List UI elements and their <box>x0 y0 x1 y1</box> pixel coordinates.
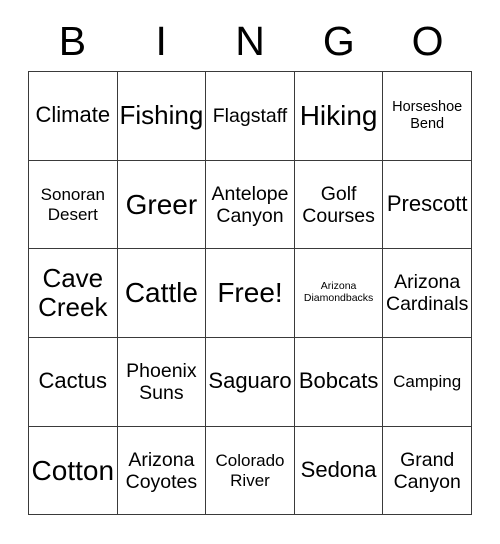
bingo-cell-label: Fishing <box>119 100 204 131</box>
bingo-cell-label: Hiking <box>299 100 378 132</box>
bingo-cell[interactable]: Phoenix Suns <box>117 338 207 427</box>
bingo-cell[interactable]: Arizona Cardinals <box>383 249 472 339</box>
bingo-cell[interactable]: Saguaro <box>206 338 295 427</box>
bingo-cell[interactable]: Arizona Diamondbacks <box>294 249 384 339</box>
bingo-cell-label: Bobcats <box>298 368 379 394</box>
bingo-header-row: B I N G O <box>28 14 472 71</box>
bingo-cell[interactable]: Golf Courses <box>294 160 384 250</box>
bingo-cell[interactable]: Flagstaff <box>206 72 295 161</box>
bingo-grid: Climate Fishing Flagstaff Hiking Horseshoe B… <box>28 71 472 516</box>
bingo-cell-label: Antelope Canyon <box>211 182 289 227</box>
bingo-cell[interactable]: Colorado River <box>206 426 295 516</box>
bingo-cell-label: Camping <box>393 372 462 392</box>
bingo-cell[interactable]: Cotton <box>29 426 118 516</box>
bingo-cell[interactable]: Bobcats <box>294 338 384 427</box>
header-letter-i: I <box>155 18 167 64</box>
bingo-cell-label: Saguaro <box>208 368 292 394</box>
bingo-cell-label: Cattle <box>124 277 198 309</box>
bingo-cell-label: Climate <box>35 102 111 128</box>
header-letter-o: O <box>411 18 444 64</box>
bingo-cell[interactable]: Cattle <box>117 249 207 339</box>
bingo-cell-label: Cave Creek <box>38 262 108 323</box>
bingo-cell[interactable]: Greer <box>117 160 207 250</box>
header-letter-b: B <box>58 18 87 64</box>
bingo-cell[interactable]: Cave Creek <box>29 249 118 339</box>
bingo-cell[interactable]: Grand Canyon <box>383 426 472 516</box>
header-letter-g: G <box>322 18 355 64</box>
bingo-cell[interactable]: Arizona Coyotes <box>117 426 207 516</box>
bingo-cell[interactable]: Camping <box>383 338 472 427</box>
bingo-cell[interactable]: Antelope Canyon <box>206 160 295 250</box>
bingo-cell-label: Arizona Cardinals <box>386 271 469 316</box>
bingo-cell-label: Prescott <box>386 191 468 217</box>
bingo-cell-label: Sonoran Desert <box>40 185 105 224</box>
bingo-cell-label: Cactus <box>38 368 108 394</box>
bingo-cell[interactable]: Prescott <box>383 160 472 250</box>
bingo-cell[interactable]: Cactus <box>29 338 118 427</box>
bingo-cell[interactable]: Sedona <box>294 426 384 516</box>
bingo-cell[interactable]: Fishing <box>117 72 207 161</box>
bingo-cell-label: Free! <box>217 277 283 309</box>
bingo-cell-label: Sedona <box>300 457 377 483</box>
bingo-cell-label: Grand Canyon <box>393 448 461 493</box>
bingo-card: B I N G O Climate Fishing Flagstaff Hiking H… <box>28 14 472 516</box>
bingo-cell-label: Colorado River <box>215 451 285 490</box>
bingo-cell[interactable]: Hiking <box>294 72 384 161</box>
bingo-cell-label: Arizona Coyotes <box>125 448 198 493</box>
bingo-cell-label: Phoenix Suns <box>126 359 197 404</box>
header-letter-n: N <box>235 18 265 64</box>
bingo-cell-label: Flagstaff <box>212 104 288 127</box>
bingo-cell-label: Greer <box>125 188 198 220</box>
bingo-cell-label: Golf Courses <box>302 182 375 227</box>
bingo-cell[interactable]: Free! <box>206 249 295 339</box>
bingo-cell[interactable]: Horseshoe Bend <box>383 72 472 161</box>
bingo-cell-label: Cotton <box>31 454 115 486</box>
bingo-cell-label: Horseshoe Bend <box>392 99 463 132</box>
bingo-cell-label: Arizona Diamondbacks <box>303 280 374 305</box>
bingo-cell[interactable]: Climate <box>29 72 118 161</box>
bingo-cell[interactable]: Sonoran Desert <box>29 160 118 250</box>
